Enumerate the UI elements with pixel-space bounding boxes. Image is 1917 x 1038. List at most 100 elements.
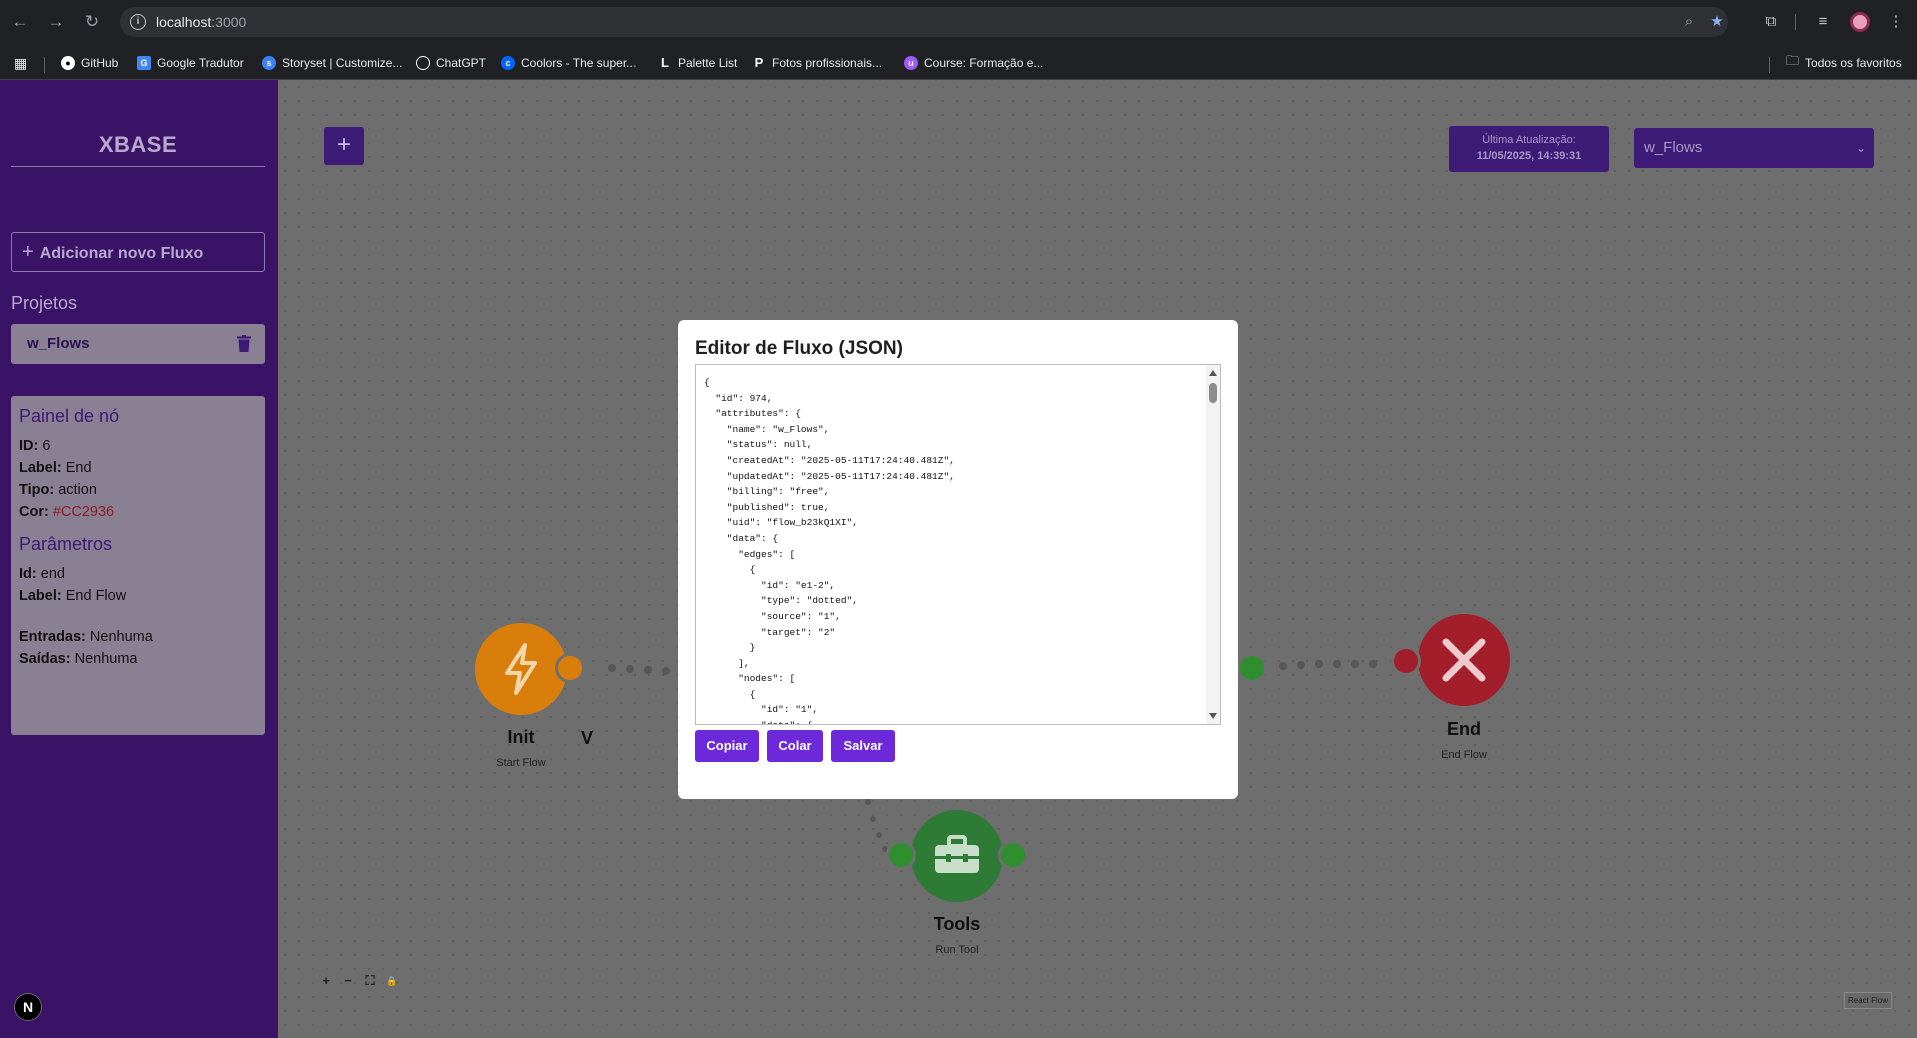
bookmark-storyset[interactable]: s Storyset | Customize... xyxy=(262,54,403,72)
scroll-down-icon[interactable] xyxy=(1209,713,1217,719)
node-type-row: Tipo: action xyxy=(19,482,97,498)
close-icon xyxy=(1442,638,1486,682)
tools-node[interactable] xyxy=(911,810,1003,902)
reload-icon[interactable]: ↻ xyxy=(80,10,104,34)
edge-dot xyxy=(1297,661,1305,669)
json-textarea[interactable]: { "id": 974, "attributes": { "name": "w_… xyxy=(695,364,1221,725)
node-output-handle[interactable] xyxy=(1237,653,1267,683)
zoom-out-icon[interactable]: − xyxy=(338,971,358,991)
forward-icon[interactable]: → xyxy=(44,10,68,34)
openai-icon xyxy=(416,56,430,70)
apps-icon[interactable]: ▦ xyxy=(14,54,27,72)
coolors-icon: c xyxy=(501,56,515,70)
edge-dot xyxy=(865,799,871,805)
edge-dot xyxy=(644,666,652,674)
plus-icon: + xyxy=(22,241,34,263)
json-content: { "id": 974, "attributes": { "name": "w_… xyxy=(704,375,955,724)
last-update-value: 11/05/2025, 14:39:31 xyxy=(1476,150,1582,162)
add-flow-button[interactable]: + Adicionar novo Fluxo xyxy=(11,232,265,272)
init-output-handle[interactable] xyxy=(555,653,585,683)
bookmark-google-tradutor[interactable]: G Google Tradutor xyxy=(137,54,244,72)
edge-dot xyxy=(1279,662,1287,670)
end-node-sub: End Flow xyxy=(1441,749,1487,761)
json-line: "id": "1", xyxy=(704,704,819,716)
site-info-icon[interactable]: i xyxy=(130,14,146,30)
json-line: "published": true, xyxy=(704,501,830,513)
bookmark-pexels[interactable]: P Fotos profissionais... xyxy=(752,54,882,72)
edge-dot xyxy=(626,665,634,673)
editor-scrollbar[interactable] xyxy=(1206,365,1220,724)
edge-dot xyxy=(1315,660,1323,668)
url-text[interactable]: localhost:3000 xyxy=(156,14,246,30)
sidebar: XBASE + Adicionar novo Fluxo Projetos w_F… xyxy=(0,80,278,1038)
tools-output-handle[interactable] xyxy=(998,840,1028,870)
profile-avatar[interactable] xyxy=(1850,12,1870,32)
back-icon[interactable]: ← xyxy=(8,10,32,34)
zoom-in-icon[interactable]: + xyxy=(316,971,336,991)
init-node[interactable] xyxy=(475,623,567,715)
bookmark-github[interactable]: ● GitHub xyxy=(61,54,118,72)
all-bookmarks-folder[interactable]: 🗀 Todos os favoritos xyxy=(1786,53,1902,72)
react-flow-attribution[interactable]: React Flow xyxy=(1844,992,1892,1009)
copy-button[interactable]: Copiar xyxy=(695,730,759,762)
node-panel-title: Painel de nó xyxy=(19,406,120,426)
extensions-icon[interactable]: ⧉ xyxy=(1760,11,1782,33)
end-node[interactable] xyxy=(1418,614,1510,706)
init-node-label: Init xyxy=(507,727,535,747)
add-flow-label: Adicionar novo Fluxo xyxy=(39,245,204,262)
media-icon[interactable]: ≡ xyxy=(1812,11,1834,33)
edge-dot xyxy=(1369,660,1377,668)
json-line: "target": "2" xyxy=(704,626,836,638)
project-item[interactable]: w_Flows xyxy=(11,324,265,364)
trash-icon[interactable] xyxy=(237,335,251,352)
scroll-thumb[interactable] xyxy=(1209,383,1217,403)
tools-input-handle[interactable] xyxy=(886,840,916,870)
toolbar-separator xyxy=(1795,14,1796,30)
paste-button[interactable]: Colar xyxy=(767,730,823,762)
bookmark-palette-list[interactable]: L Palette List xyxy=(658,54,737,72)
lock-icon[interactable]: 🔒 xyxy=(382,971,402,991)
json-editor-modal: Editor de Fluxo (JSON) { "id": 974, "att… xyxy=(678,320,1238,799)
fit-view-icon[interactable]: ⛶ xyxy=(360,971,380,991)
json-line: "status": null, xyxy=(704,439,813,451)
browser-toolbar: ← → ↻ i localhost:3000 ⌕ ★ ⧉ ≡ ⋮ xyxy=(0,0,1917,44)
toolbox-icon xyxy=(935,835,979,873)
zoom-icon[interactable]: ⌕ xyxy=(1680,13,1698,31)
param-id-row: Id: end xyxy=(19,566,65,582)
tools-node-label: Tools xyxy=(933,914,981,934)
edge-dot xyxy=(608,664,616,672)
end-input-handle[interactable] xyxy=(1391,646,1421,676)
menu-icon[interactable]: ⋮ xyxy=(1885,11,1907,33)
last-update-box: Última Atualização: 11/05/2025, 14:39:31 xyxy=(1449,126,1609,172)
end-node-label: End xyxy=(1447,719,1481,739)
edge-dot xyxy=(1351,660,1359,668)
json-line: "source": "1", xyxy=(704,610,841,622)
github-icon: ● xyxy=(61,56,75,70)
json-line: "data": { xyxy=(704,532,779,544)
course-icon: u xyxy=(904,56,918,70)
scroll-up-icon[interactable] xyxy=(1209,370,1217,376)
json-line: "createdAt": "2025-05-11T17:24:40.481Z", xyxy=(704,454,955,466)
bookmark-course[interactable]: u Course: Formação e... xyxy=(904,54,1043,72)
project-select[interactable]: w_Flows ⌄ xyxy=(1634,128,1874,168)
folder-icon: 🗀 xyxy=(1786,53,1800,68)
address-bar[interactable]: i localhost:3000 ⌕ ★ xyxy=(120,7,1728,37)
bookmark-chatgpt[interactable]: ChatGPT xyxy=(416,54,486,72)
add-node-button[interactable]: + xyxy=(324,127,364,165)
partial-node-label: V xyxy=(580,728,593,748)
json-line: "attributes": { xyxy=(704,408,801,420)
palette-list-icon: L xyxy=(661,55,669,70)
json-line: "edges": [ xyxy=(704,548,796,560)
nextjs-badge[interactable]: N xyxy=(14,993,42,1021)
node-id-row: ID: 6 xyxy=(19,438,51,454)
translate-icon: G xyxy=(137,56,151,70)
json-line: "updatedAt": "2025-05-11T17:24:40.481Z", xyxy=(704,470,955,482)
pexels-icon: P xyxy=(754,55,764,70)
bookmark-coolors[interactable]: c Coolors - The super... xyxy=(501,54,636,72)
json-line: { xyxy=(704,564,756,576)
flow-controls: + − ⛶ 🔒 xyxy=(316,971,402,993)
save-button[interactable]: Salvar xyxy=(831,730,895,762)
projects-title: Projetos xyxy=(11,293,78,313)
init-node-sub: Start Flow xyxy=(496,757,546,769)
bookmark-star-icon[interactable]: ★ xyxy=(1708,13,1726,31)
